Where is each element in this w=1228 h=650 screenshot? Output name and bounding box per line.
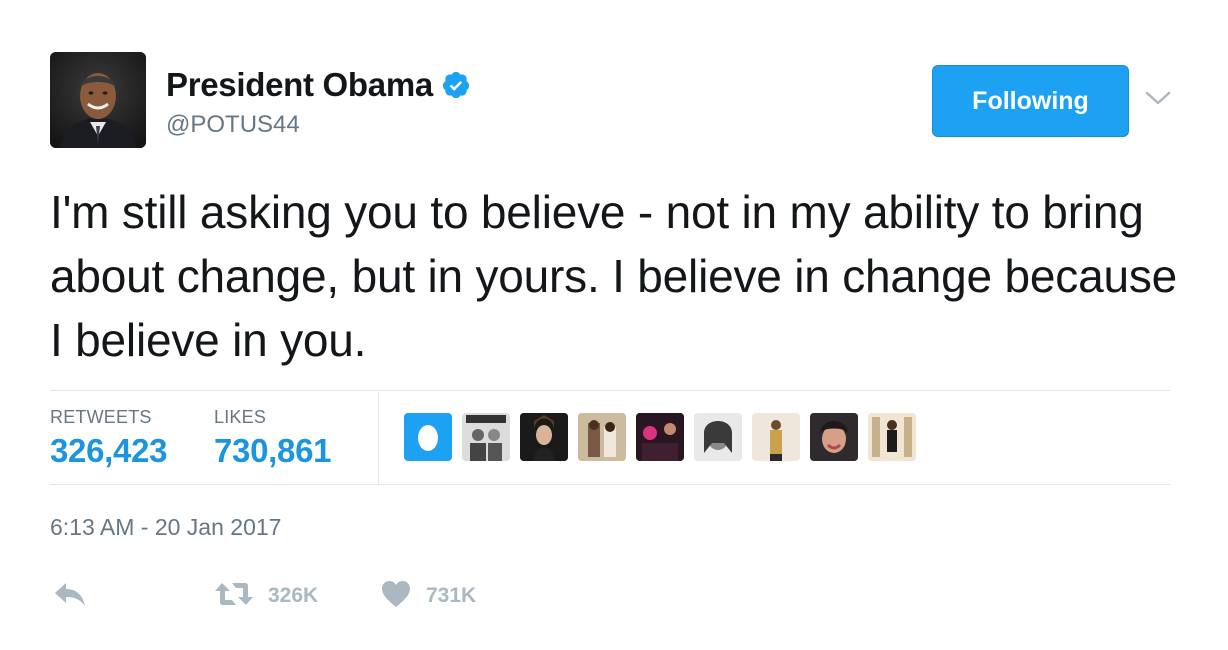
liker-egg-avatar[interactable] — [404, 413, 452, 461]
likers-avatars — [404, 413, 916, 461]
avatar[interactable] — [50, 52, 146, 148]
likes-value: 730,861 — [214, 432, 332, 469]
divider-bottom — [50, 484, 1170, 485]
timestamp[interactable]: 6:13 AM - 20 Jan 2017 — [50, 514, 281, 541]
following-button[interactable]: Following — [932, 65, 1129, 137]
like-button[interactable]: 731K — [380, 578, 476, 614]
liker-avatar-7[interactable] — [752, 413, 800, 461]
divider-top — [50, 390, 1170, 391]
handle[interactable]: @POTUS44 — [166, 111, 300, 139]
retweet-icon — [214, 580, 254, 613]
liker-avatar-5[interactable] — [636, 413, 684, 461]
heart-icon — [380, 579, 412, 614]
liker-avatar-8[interactable] — [810, 413, 858, 461]
chevron-down-icon[interactable] — [1143, 86, 1173, 110]
tweet-text: I'm still asking you to believe - not in… — [50, 186, 1178, 366]
stats-divider — [378, 392, 379, 484]
reply-button[interactable] — [52, 578, 88, 614]
liker-avatar-4[interactable] — [578, 413, 626, 461]
name-row: President Obama — [166, 66, 471, 104]
retweets-value: 326,423 — [50, 432, 168, 469]
liker-avatar-2[interactable] — [462, 413, 510, 461]
liker-avatar-3[interactable] — [520, 413, 568, 461]
likes-stat[interactable]: LIKES 730,861 — [214, 407, 331, 470]
reply-icon — [52, 579, 88, 614]
retweet-count: 326K — [268, 584, 319, 607]
retweet-button[interactable]: 326K — [214, 578, 318, 614]
retweets-stat[interactable]: RETWEETS 326,423 — [50, 407, 167, 470]
likes-label: LIKES — [214, 407, 267, 427]
verified-badge-icon — [441, 70, 471, 100]
liker-avatar-9[interactable] — [868, 413, 916, 461]
liker-avatar-6[interactable] — [694, 413, 742, 461]
display-name[interactable]: President Obama — [166, 66, 433, 104]
tweet-card: President Obama @POTUS44 Following I'm s… — [0, 0, 1228, 650]
retweets-label: RETWEETS — [50, 407, 152, 427]
like-count: 731K — [426, 584, 477, 607]
